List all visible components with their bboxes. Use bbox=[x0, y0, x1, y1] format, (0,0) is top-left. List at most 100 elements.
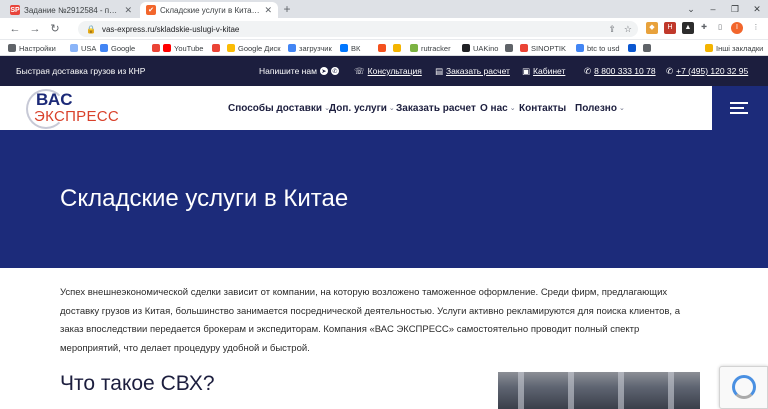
bookmark-favicon-icon bbox=[410, 44, 418, 52]
bookmark-star-icon[interactable]: ☆ bbox=[624, 24, 632, 35]
bookmark-label: btc to usd bbox=[587, 43, 620, 53]
telegram-icon[interactable]: ➤ bbox=[319, 67, 328, 75]
nav-useful[interactable]: Полезно ⌄ bbox=[575, 86, 625, 130]
nav-contacts[interactable]: Контакты bbox=[519, 86, 566, 130]
browser-tab-active[interactable]: ✔ Складские услуги в Китае под к ✕ bbox=[140, 2, 278, 18]
bookmark-item[interactable]: Google bbox=[100, 42, 135, 54]
bookmark-item[interactable] bbox=[152, 42, 163, 54]
bookmark-item[interactable] bbox=[378, 42, 389, 54]
bookmark-item[interactable] bbox=[628, 42, 639, 54]
phone-icon: ✆ bbox=[666, 65, 674, 76]
share-icon[interactable]: ⇪ bbox=[608, 24, 616, 35]
bookmark-item[interactable]: USA bbox=[70, 42, 96, 54]
bookmark-label: Google Диск bbox=[238, 43, 281, 53]
bookmark-favicon-icon bbox=[227, 44, 235, 52]
chevron-down-icon: ⌄ bbox=[388, 105, 395, 112]
bookmark-favicon-icon bbox=[462, 44, 470, 52]
whatsapp-icon[interactable]: ✆ bbox=[330, 67, 339, 75]
bookmark-item[interactable]: rutracker bbox=[410, 42, 451, 54]
nav-order-calc[interactable]: Заказать расчет bbox=[396, 86, 476, 130]
bookmark-item[interactable]: btc to usd bbox=[576, 42, 620, 54]
tab-favicon-icon: ✔ bbox=[146, 5, 156, 15]
bookmark-favicon-icon bbox=[643, 44, 651, 52]
site-logo[interactable]: ВАС ЭКСПРЕСС bbox=[22, 86, 138, 130]
user-card-icon: ▣ bbox=[522, 65, 531, 76]
tab-favicon-icon: SP bbox=[10, 5, 20, 15]
nav-about[interactable]: О нас ⌄ bbox=[480, 86, 516, 130]
cabinet-label: Кабинет bbox=[533, 66, 566, 76]
hamburger-menu-button[interactable] bbox=[712, 86, 768, 130]
bookmark-item[interactable]: Інші закладки bbox=[705, 42, 763, 54]
bookmark-label: USA bbox=[81, 43, 97, 53]
back-icon[interactable]: ← bbox=[8, 22, 22, 36]
bookmark-item[interactable] bbox=[505, 42, 516, 54]
browser-tab-task[interactable]: SP Задание №2912584 - просмотр ✕ bbox=[4, 2, 138, 18]
browser-menu-icon[interactable]: ⋮ bbox=[750, 22, 762, 34]
bookmark-label: UAKino bbox=[473, 43, 499, 53]
browser-tab-strip: SP Задание №2912584 - просмотр ✕ ✔ Склад… bbox=[0, 0, 768, 18]
bookmark-favicon-icon bbox=[378, 44, 386, 52]
recaptcha-icon bbox=[732, 375, 756, 399]
close-tab-icon[interactable]: ✕ bbox=[124, 5, 132, 16]
menu-line bbox=[730, 107, 744, 109]
bookmark-item[interactable] bbox=[212, 42, 223, 54]
reload-icon[interactable]: ↻ bbox=[48, 22, 62, 36]
write-us-link[interactable]: Напишите нам ➤ ✆ bbox=[259, 56, 339, 86]
bookmark-favicon-icon bbox=[163, 44, 171, 52]
bookmark-item[interactable]: Google Диск bbox=[227, 42, 281, 54]
consult-label: Консультация bbox=[367, 66, 422, 76]
address-bar[interactable]: 🔒 vas-express.ru/skladskie-uslugi-v-kita… bbox=[78, 21, 638, 37]
bookmark-item[interactable]: загрузчик bbox=[288, 42, 332, 54]
bookmark-item[interactable]: YouTube bbox=[163, 42, 203, 54]
extensions-puzzle-icon[interactable]: ✚ bbox=[698, 22, 710, 34]
bookmark-favicon-icon bbox=[628, 44, 636, 52]
bookmark-item[interactable]: Настройки bbox=[8, 42, 56, 54]
side-panel-icon[interactable]: ▯ bbox=[714, 22, 726, 34]
document-icon: ▤ bbox=[435, 65, 444, 76]
phone-icon: ✆ bbox=[584, 65, 592, 76]
bookmark-item[interactable] bbox=[643, 42, 654, 54]
phone1-link[interactable]: ✆ 8 800 333 10 78 bbox=[584, 56, 656, 86]
close-window-icon[interactable]: ✕ bbox=[746, 0, 768, 18]
write-us-label: Напишите нам bbox=[259, 66, 317, 76]
consult-link[interactable]: ☏ Консультация bbox=[354, 56, 422, 86]
main-content: Успех внешнеэкономической сделки зависит… bbox=[0, 268, 768, 409]
bookmark-favicon-icon bbox=[393, 44, 401, 52]
order-calc-link[interactable]: ▤ Заказать расчет bbox=[435, 56, 510, 86]
photo-beam bbox=[518, 372, 524, 409]
tab-search-icon[interactable]: ⌄ bbox=[680, 0, 702, 18]
extension-shield-icon[interactable]: ◆ bbox=[646, 22, 658, 34]
photo-beam bbox=[568, 372, 574, 409]
site-header: ВАС ЭКСПРЕСС Способы доставки ⌄ Доп. услу… bbox=[0, 86, 768, 130]
lock-icon[interactable]: 🔒 bbox=[86, 25, 96, 34]
bookmark-favicon-icon bbox=[288, 44, 296, 52]
bookmark-label: rutracker bbox=[421, 43, 451, 53]
forward-icon[interactable]: → bbox=[28, 22, 42, 36]
recaptcha-badge[interactable] bbox=[719, 366, 768, 409]
bookmark-item[interactable]: UAKino bbox=[462, 42, 498, 54]
minimize-icon[interactable]: – bbox=[702, 0, 724, 18]
menu-line bbox=[730, 112, 748, 114]
cabinet-link[interactable]: ▣ Кабинет bbox=[522, 56, 565, 86]
bookmark-favicon-icon bbox=[100, 44, 108, 52]
maximize-icon[interactable]: ❐ bbox=[724, 0, 746, 18]
close-tab-icon[interactable]: ✕ bbox=[264, 5, 272, 16]
nav-extra-services[interactable]: Доп. услуги ⌄ bbox=[329, 86, 395, 130]
url-text: vas-express.ru/skladskie-uslugi-v-kitae bbox=[101, 24, 240, 34]
page-title: Складские услуги в Китае bbox=[60, 185, 349, 212]
bookmark-favicon-icon bbox=[8, 44, 16, 52]
intro-paragraph: Успех внешнеэкономической сделки зависит… bbox=[60, 287, 680, 354]
browser-toolbar: ← → ↻ 🔒 vas-express.ru/skladskie-uslugi-… bbox=[0, 18, 768, 40]
bookmark-favicon-icon bbox=[340, 44, 348, 52]
profile-avatar-icon[interactable]: I bbox=[731, 22, 743, 34]
bookmark-item[interactable] bbox=[393, 42, 404, 54]
bookmark-item[interactable]: ВК bbox=[340, 42, 360, 54]
topbar-tagline: Быстрая доставка грузов из КНР bbox=[16, 66, 146, 76]
phone2-link[interactable]: ✆ +7 (495) 120 32 95 bbox=[666, 56, 748, 86]
nav-delivery-methods[interactable]: Способы доставки ⌄ bbox=[228, 86, 330, 130]
extension-red-icon[interactable]: H bbox=[664, 22, 676, 34]
bookmark-item[interactable]: SINOPTIK bbox=[520, 42, 566, 54]
new-tab-button[interactable]: + bbox=[280, 3, 294, 17]
bookmark-label: YouTube bbox=[174, 43, 204, 53]
extension-dark-icon[interactable]: ▲ bbox=[682, 22, 694, 34]
